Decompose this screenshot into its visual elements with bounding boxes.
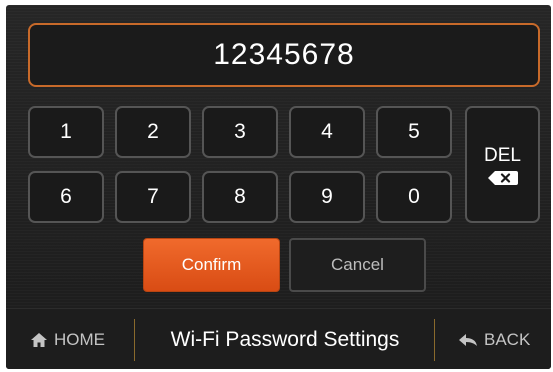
cancel-button[interactable]: Cancel <box>289 238 426 292</box>
key-2[interactable]: 2 <box>115 106 191 158</box>
delete-key[interactable]: DEL <box>465 106 540 223</box>
home-button[interactable]: HOME <box>30 309 105 369</box>
password-value: 12345678 <box>213 38 355 71</box>
key-6[interactable]: 6 <box>28 171 104 223</box>
wifi-password-screen: 12345678 1 2 3 4 5 6 7 8 9 0 DEL Confirm… <box>6 5 551 369</box>
home-icon <box>31 332 47 347</box>
password-field[interactable]: 12345678 <box>28 23 540 87</box>
back-button[interactable]: BACK <box>458 309 530 369</box>
divider-left <box>134 319 135 361</box>
key-0[interactable]: 0 <box>376 171 452 223</box>
page-title: Wi-Fi Password Settings <box>170 327 400 351</box>
divider-right <box>434 319 435 361</box>
key-5[interactable]: 5 <box>376 106 452 158</box>
bottom-bar: HOME Wi-Fi Password Settings BACK <box>6 308 551 369</box>
back-arrow-icon <box>459 333 477 346</box>
key-9[interactable]: 9 <box>289 171 365 223</box>
home-label: HOME <box>54 329 105 349</box>
delete-label: DEL <box>484 144 521 166</box>
confirm-button[interactable]: Confirm <box>143 238 280 292</box>
back-label: BACK <box>484 329 531 349</box>
backspace-icon <box>487 170 518 185</box>
key-1[interactable]: 1 <box>28 106 104 158</box>
key-4[interactable]: 4 <box>289 106 365 158</box>
key-7[interactable]: 7 <box>115 171 191 223</box>
key-3[interactable]: 3 <box>202 106 278 158</box>
key-8[interactable]: 8 <box>202 171 278 223</box>
